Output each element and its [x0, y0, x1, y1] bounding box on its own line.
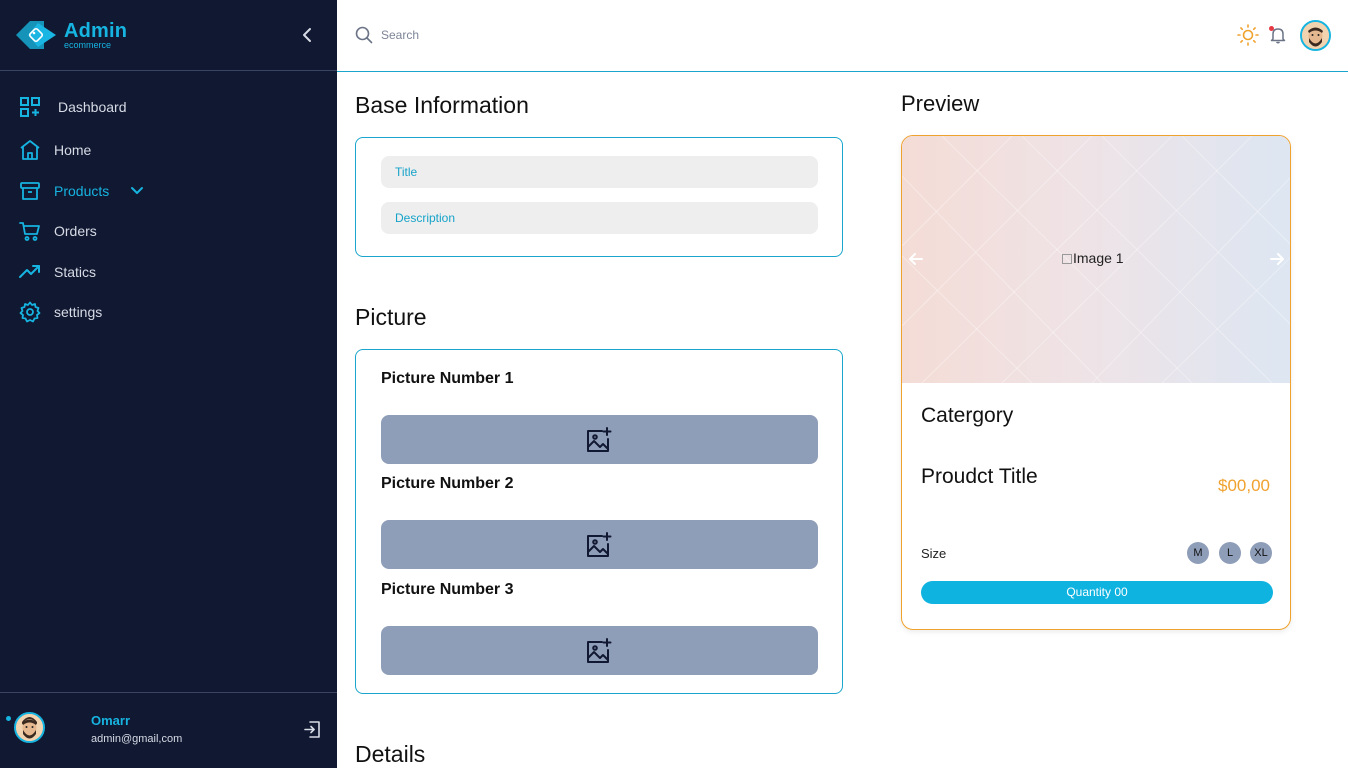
base-information-heading: Base Information [355, 92, 529, 118]
sidebar-item-home[interactable]: Home [0, 131, 337, 167]
details-heading: Details [355, 741, 426, 767]
product-price: $00,00 [1218, 476, 1270, 495]
picture-upload-button-2[interactable] [381, 520, 818, 569]
sidebar-item-settings[interactable]: settings [0, 293, 337, 329]
sidebar-user-card: Omarr admin@gmail,com [0, 692, 337, 768]
gear-icon [19, 301, 41, 323]
broken-image-icon [1062, 254, 1072, 264]
preview-heading: Preview [901, 91, 980, 116]
picture-upload-button-1[interactable] [381, 415, 818, 464]
logout-icon[interactable] [303, 720, 322, 739]
product-image-alt-text: Image 1 [1073, 250, 1124, 266]
sidebar-item-dashboard[interactable]: Dashboard [0, 88, 337, 124]
carousel-next-arrow-icon[interactable] [1268, 250, 1286, 268]
product-title: Proudct Title [921, 465, 1038, 488]
title-field [381, 156, 818, 188]
home-icon [20, 140, 40, 160]
user-avatar-face-icon [1302, 22, 1329, 49]
sidebar-item-label: settings [54, 304, 103, 320]
app-root: Admin ecommerce Dashboard Home Products … [0, 0, 1348, 768]
picture-heading: Picture [355, 304, 427, 330]
add-image-icon [587, 638, 612, 663]
brand-header: Admin ecommerce [0, 0, 337, 71]
user-email: admin@gmail,com [91, 733, 183, 745]
carousel-prev-arrow-icon[interactable] [907, 250, 925, 268]
sun-theme-toggle-icon[interactable] [1237, 24, 1259, 46]
online-status-dot [6, 716, 11, 721]
sidebar-item-orders[interactable]: Orders [0, 212, 337, 248]
user-name: Omarr [91, 713, 131, 728]
size-option-xl[interactable]: XL [1250, 542, 1272, 564]
quantity-button[interactable]: Quantity 00 [921, 581, 1273, 604]
brand-subtitle: ecommerce [64, 40, 112, 50]
cart-icon [19, 222, 40, 241]
add-image-icon [587, 427, 612, 452]
product-preview-card: Image 1 Catergory Proudct Title $00,00 S… [901, 135, 1291, 630]
sidebar-item-label: Statics [54, 264, 97, 280]
user-avatar-face-icon [16, 714, 43, 741]
sidebar-item-label: Products [54, 183, 110, 199]
product-image: Image 1 [1062, 250, 1124, 266]
brand-logo-icon [16, 21, 56, 49]
avatar[interactable] [14, 712, 45, 743]
collapse-sidebar-chevron-left-icon[interactable] [298, 25, 318, 45]
picture-card: Picture Number 1 Picture Number 2 Pictur… [355, 349, 843, 694]
picture-slot-label: Picture Number 3 [381, 581, 514, 598]
sidebar-item-label: Orders [54, 223, 97, 239]
add-image-icon [587, 532, 612, 557]
size-label: Size [921, 546, 947, 561]
base-information-card [355, 137, 843, 257]
picture-slot-label: Picture Number 2 [381, 475, 514, 492]
dashboard-grid-icon [20, 97, 40, 117]
trending-up-icon [19, 265, 40, 278]
search-input[interactable] [381, 25, 681, 45]
product-category: Catergory [921, 404, 1014, 427]
picture-upload-button-3[interactable] [381, 626, 818, 675]
search-icon [355, 26, 373, 44]
chevron-down-icon[interactable] [129, 182, 145, 198]
sidebar-item-statics[interactable]: Statics [0, 253, 337, 289]
archive-box-icon [20, 182, 40, 200]
image-carousel: Image 1 [902, 136, 1290, 383]
description-field [381, 202, 818, 234]
title-input[interactable] [381, 156, 818, 188]
size-option-m[interactable]: M [1187, 542, 1209, 564]
avatar[interactable] [1300, 20, 1331, 51]
notification-badge [1269, 26, 1274, 31]
picture-slot-label: Picture Number 1 [381, 370, 514, 387]
sidebar: Admin ecommerce Dashboard Home Products … [0, 0, 337, 768]
sidebar-item-label: Home [54, 142, 92, 158]
sidebar-item-label: Dashboard [58, 99, 127, 115]
size-option-l[interactable]: L [1219, 542, 1241, 564]
sidebar-item-products[interactable]: Products [0, 172, 337, 208]
description-input[interactable] [381, 202, 818, 234]
topbar [337, 0, 1348, 72]
